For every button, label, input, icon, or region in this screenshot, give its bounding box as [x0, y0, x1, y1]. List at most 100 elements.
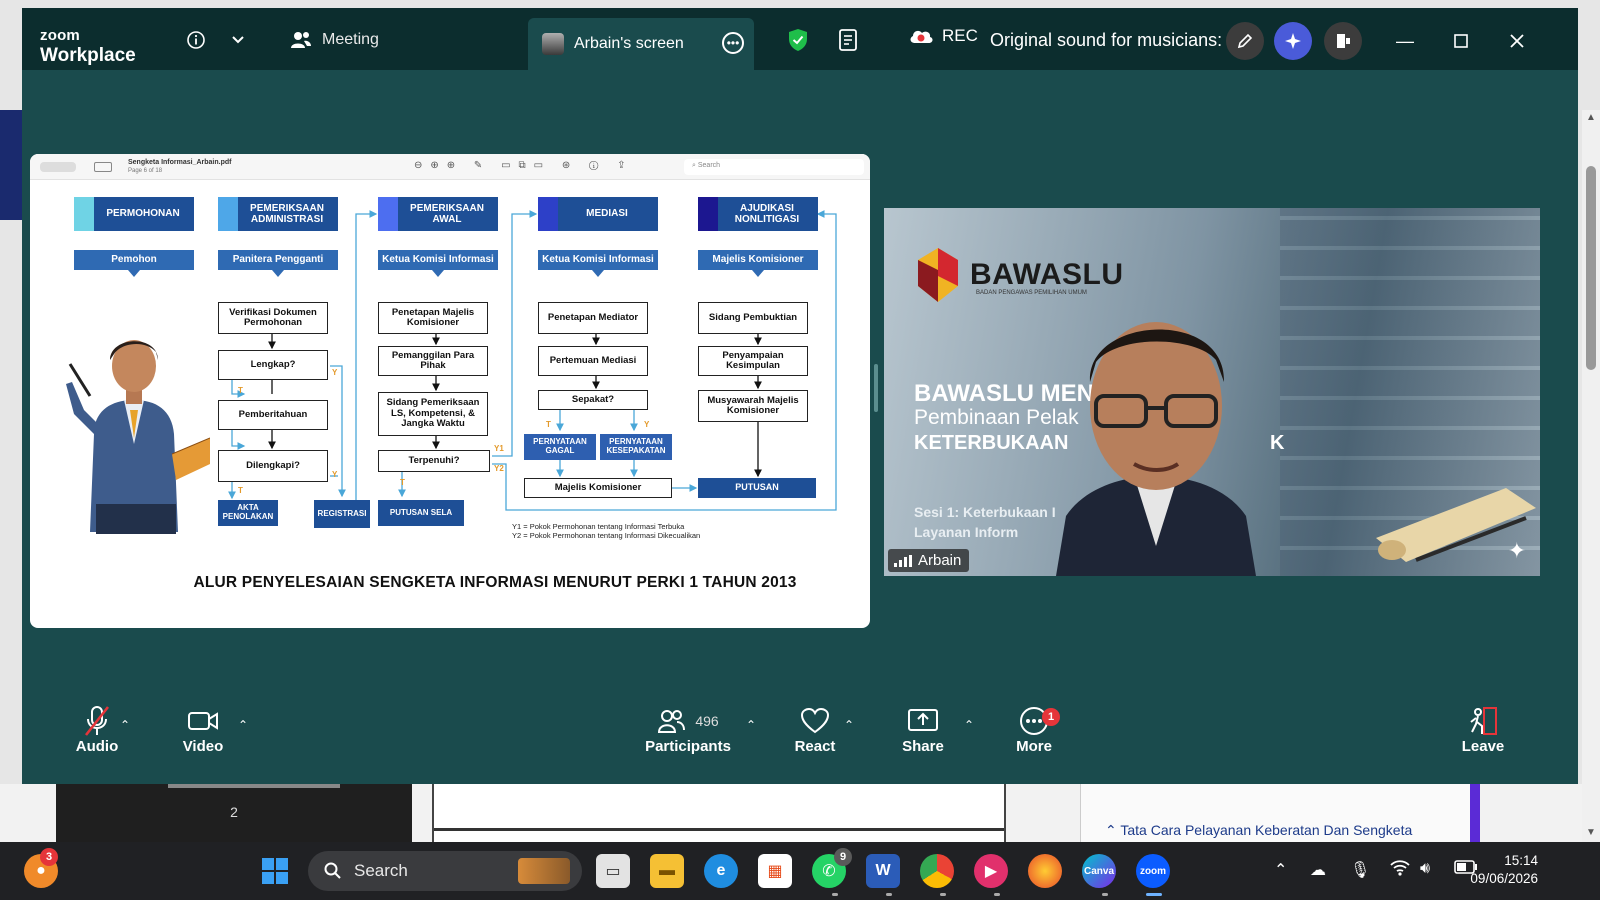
page-scrollbar[interactable]: ▲ ▼ [1582, 110, 1600, 842]
role-ketua-awal: Ketua Komisi Informasi [378, 250, 498, 277]
shared-screen-content[interactable]: Sengketa Informasi_Arbain.pdf Page 6 of … [30, 154, 870, 628]
role-majelis: Majelis Komisioner [698, 250, 818, 277]
canva-icon[interactable]: Canva [1082, 854, 1116, 888]
label-y: Y [332, 368, 338, 377]
system-clock[interactable]: 15:14 09/06/2026 [1470, 852, 1538, 888]
result-pernyataan-gagal: PERNYATAAN GAGAL [524, 434, 596, 460]
flowchart-legend: Y1 = Pokok Permohonan tentang Informasi … [512, 522, 701, 541]
widgets-badge: 3 [40, 848, 58, 866]
step-pemanggilan: Pemanggilan Para Pihak [378, 346, 488, 376]
thumbnail-panel: 2 [56, 784, 412, 842]
outline-heading[interactable]: ⌃ Tata Cara Pelayanan Keberatan Dan Seng… [1105, 822, 1412, 839]
label-y: Y [644, 420, 650, 429]
participants-button[interactable]: 496 Participants [640, 704, 736, 755]
task-view-icon[interactable]: ▭ [596, 854, 630, 888]
wifi-icon[interactable] [1390, 860, 1410, 881]
tab-shared-screen[interactable]: Arbain's screen ••• [528, 18, 754, 70]
step-terpenuhi: Terpenuhi? [378, 450, 490, 472]
scroll-thumb[interactable] [1586, 166, 1596, 370]
pencil-icon[interactable] [1226, 22, 1264, 60]
running-indicator [886, 893, 892, 896]
original-sound-status[interactable]: Original sound for musicians: on [990, 30, 1247, 51]
step-pemberitahuan: Pemberitahuan [218, 400, 328, 430]
signal-strength-icon [894, 554, 912, 567]
thumbnail-highlight [168, 784, 340, 788]
step-pertemuan-mediasi: Pertemuan Mediasi [538, 346, 648, 376]
chrome-icon[interactable] [920, 854, 954, 888]
scroll-down-icon[interactable]: ▼ [1586, 827, 1596, 838]
tab-meeting[interactable]: Meeting [290, 24, 379, 56]
share-options-icon[interactable]: ⌃ [964, 718, 974, 732]
microphone-muted-icon [84, 706, 110, 736]
share-button[interactable]: Share [888, 704, 958, 755]
tray-overflow-icon[interactable]: ⌃ [1274, 860, 1287, 880]
result-akta-penolakan: AKTA PENOLAKAN [218, 500, 278, 526]
thumbnail-page-number[interactable]: 2 [56, 804, 412, 820]
info-icon[interactable] [182, 26, 210, 54]
word-icon[interactable]: W [866, 854, 900, 888]
firefox-icon[interactable] [1028, 854, 1062, 888]
taskbar-search-input[interactable]: Search [308, 851, 582, 891]
background-document [432, 784, 1006, 842]
step-penetapan-majelis: Penetapan Majelis Komisioner [378, 302, 488, 334]
zoom-app-icon[interactable]: zoom [1136, 854, 1170, 888]
column-head-ajudikasi: AJUDIKASI NONLITIGASI [698, 197, 818, 231]
audio-options-icon[interactable]: ⌃ [120, 718, 130, 732]
label-y: Y [332, 470, 338, 479]
running-indicator [940, 893, 946, 896]
participants-icon [658, 710, 686, 733]
leave-button[interactable]: Leave [1448, 704, 1518, 755]
volume-icon[interactable]: 🔊︎ [1420, 860, 1430, 878]
maximize-icon[interactable] [1446, 26, 1476, 56]
label-y1: Y1 [494, 444, 504, 453]
result-registrasi: REGISTRASI [314, 500, 370, 528]
share-screen-icon [908, 709, 938, 731]
result-putusan-sela: PUTUSAN SELA [378, 500, 464, 526]
view-splitter-handle[interactable] [874, 364, 878, 412]
shield-icon[interactable] [784, 26, 812, 54]
scroll-up-icon[interactable]: ▲ [1586, 112, 1596, 123]
windows-taskbar: ● 3 Search ▭ ▬ e ▦ ✆ 9 W ▶ Canva zoom ⌃ … [0, 842, 1600, 900]
background-banner [0, 110, 22, 220]
apps-icon[interactable] [1324, 22, 1362, 60]
participant-name-tag: Arbain [888, 549, 970, 572]
participants-options-icon[interactable]: ⌃ [746, 718, 756, 732]
leave-icon [1470, 707, 1497, 735]
cloud-offline-icon[interactable]: ☁ [1310, 860, 1326, 880]
chevron-down-icon[interactable] [224, 26, 252, 54]
react-button[interactable]: React [778, 704, 852, 755]
presenter-avatar [542, 33, 564, 55]
edge-browser-icon[interactable]: e [704, 854, 738, 888]
close-icon[interactable] [1502, 26, 1532, 56]
slide-title: ALUR PENYELESAIAN SENGKETA INFORMASI MEN… [193, 574, 797, 591]
label-t: T [238, 386, 243, 395]
ai-sparkle-icon[interactable] [1274, 22, 1312, 60]
microsoft-store-icon[interactable]: ▦ [758, 854, 792, 888]
participant-video-tile[interactable]: BAWASLU BADAN PENGAWAS PEMILIHAN UMUM BA… [884, 208, 1540, 576]
banner-line-3: KETERBUKAAN [914, 432, 1069, 454]
titlebar: zoom Workplace Meeting Arbain's screen •… [22, 8, 1578, 70]
minimize-icon[interactable]: — [1390, 26, 1420, 56]
video-options-icon[interactable]: ⌃ [238, 718, 248, 732]
start-windows-icon[interactable] [258, 854, 292, 888]
sparkle-icon: ✦ [1507, 538, 1526, 563]
file-explorer-icon[interactable]: ▬ [650, 854, 684, 888]
step-musyawarah: Musyawarah Majelis Komisioner [698, 390, 808, 422]
heart-icon [800, 708, 830, 734]
participant-face [1056, 322, 1256, 576]
step-lengkap: Lengkap? [218, 350, 328, 380]
whatsapp-badge: 9 [834, 848, 852, 866]
recording-indicator[interactable]: REC [908, 26, 978, 46]
notes-icon[interactable] [834, 26, 862, 54]
column-head-permohonan: PERMOHONAN [74, 197, 194, 231]
result-putusan: PUTUSAN [698, 478, 816, 498]
zoom-window: zoom Workplace Meeting Arbain's screen •… [22, 8, 1578, 784]
media-player-icon[interactable]: ▶ [974, 854, 1008, 888]
more-options-icon[interactable]: ••• [722, 32, 744, 54]
microphone-icon[interactable]: 🎙︎ [1350, 860, 1370, 880]
react-options-icon[interactable]: ⌃ [844, 718, 854, 732]
participants-count: 496 [695, 713, 719, 729]
video-button[interactable]: Video [168, 704, 238, 755]
background-outline-panel: ⌃ Tata Cara Pelayanan Keberatan Dan Seng… [1080, 784, 1480, 842]
step-penetapan-mediator: Penetapan Mediator [538, 302, 648, 334]
